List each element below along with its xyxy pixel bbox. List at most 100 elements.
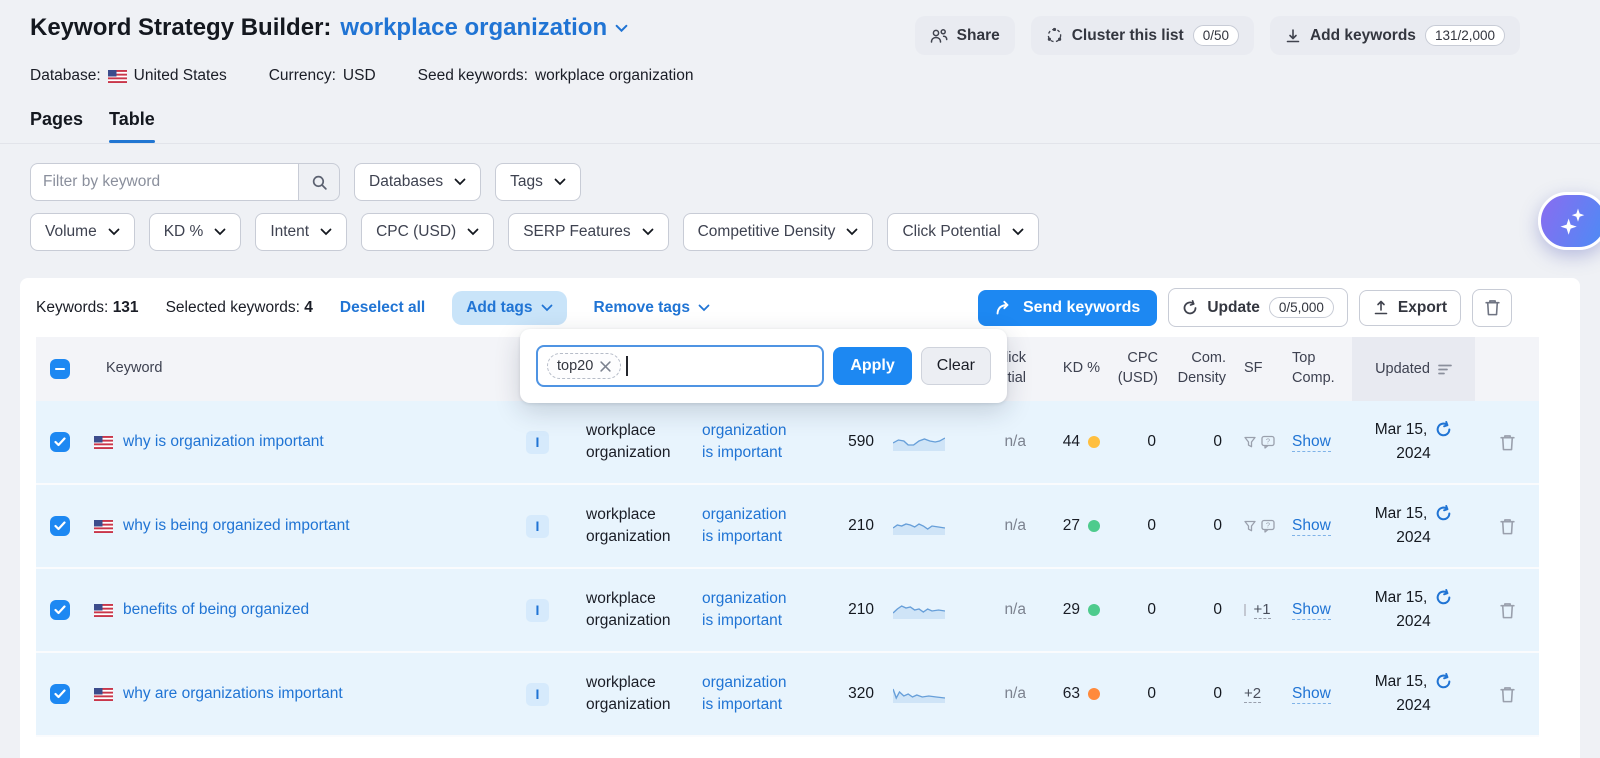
kd-dot [1088,436,1100,448]
click-potential-filter-dropdown[interactable]: Click Potential [887,213,1038,251]
download-icon [1285,28,1301,44]
ai-assistant-button[interactable] [1538,192,1600,250]
trend-sparkline [882,601,955,619]
delete-row-button[interactable] [1475,686,1539,703]
check-icon [54,605,66,615]
volume-value: 320 [812,685,882,703]
top-comp-cell: Show [1292,433,1352,451]
tab-table[interactable]: Table [109,109,155,143]
competitive-density-filter-dropdown[interactable]: Competitive Density [683,213,874,251]
delete-row-button[interactable] [1475,434,1539,451]
deselect-all-button[interactable]: Deselect all [340,299,425,317]
volume-filter-dropdown[interactable]: Volume [30,213,135,251]
refresh-icon[interactable] [1435,673,1452,690]
intent-badge[interactable]: I [526,431,549,454]
refresh-icon[interactable] [1435,421,1452,438]
tag-input[interactable]: top20 [536,345,824,387]
page-link[interactable]: organization is important [702,590,786,629]
page-link[interactable]: organization is important [702,422,786,461]
clear-tags-button[interactable]: Clear [921,347,991,385]
remove-tags-button[interactable]: Remove tags [594,299,710,317]
export-icon [1373,300,1389,316]
cluster-list-button[interactable]: Cluster this list 0/50 [1031,16,1254,55]
sf-more-link[interactable]: +2 [1244,685,1261,703]
share-icon [930,28,948,44]
send-keywords-button[interactable]: Send keywords [978,290,1157,326]
kd-filter-dropdown[interactable]: KD % [149,213,242,251]
volume-value: 590 [812,433,882,451]
kd-value: 63 [1063,685,1080,703]
serp-features-cell: ? [1244,435,1292,449]
column-header-com-density[interactable]: Com. Density [1170,349,1244,388]
column-header-keyword[interactable]: Keyword [84,359,515,379]
row-checkbox[interactable] [50,516,70,536]
us-flag-icon [94,436,113,449]
updated-cell: Mar 15, 2024 [1352,418,1475,466]
keywords-count: Keywords: 131 [36,299,139,317]
tags-dropdown[interactable]: Tags [495,163,581,201]
intent-badge[interactable]: I [526,599,549,622]
keyword-filter-input[interactable] [30,163,298,201]
show-top-comp-link[interactable]: Show [1292,517,1331,536]
row-checkbox[interactable] [50,600,70,620]
delete-list-button[interactable] [1472,289,1512,327]
row-checkbox[interactable] [50,684,70,704]
apply-tags-button[interactable]: Apply [833,347,911,385]
delete-row-button[interactable] [1475,602,1539,619]
row-checkbox[interactable] [50,432,70,452]
trend-sparkline [882,517,955,535]
chevron-down-icon [467,228,479,236]
show-top-comp-link[interactable]: Show [1292,433,1331,452]
database-label: Database: [30,67,101,85]
question-bubble-icon: ? [1261,519,1275,533]
column-header-updated[interactable]: Updated [1352,337,1475,401]
show-top-comp-link[interactable]: Show [1292,601,1331,620]
column-header-cpc[interactable]: CPC (USD) [1110,349,1170,388]
us-flag-icon [94,688,113,701]
share-button[interactable]: Share [915,16,1015,55]
remove-tag-icon[interactable] [600,361,611,372]
intent-badge[interactable]: I [526,683,549,706]
select-all-checkbox[interactable] [36,359,84,379]
search-button[interactable] [298,163,340,201]
page-cell: organization is important [702,420,812,465]
list-name-dropdown[interactable]: workplace organization [340,14,628,42]
delete-row-button[interactable] [1475,518,1539,535]
column-header-top-comp[interactable]: Top Comp. [1292,349,1352,388]
refresh-icon[interactable] [1435,589,1452,606]
page-link[interactable]: organization is important [702,506,786,545]
keyword-link[interactable]: why is organization important [123,433,324,451]
add-keywords-button[interactable]: Add keywords 131/2,000 [1270,16,1520,55]
page-title: Keyword Strategy Builder: workplace orga… [30,14,628,42]
com-density-value: 0 [1170,517,1244,535]
column-header-kd[interactable]: KD % [1032,359,1110,379]
kd-filter-label: KD % [164,223,204,241]
intent-filter-dropdown[interactable]: Intent [255,213,347,251]
column-header-sf[interactable]: SF [1244,359,1292,379]
add-tags-button[interactable]: Add tags [452,291,566,325]
keyword-link[interactable]: why are organizations important [123,685,343,703]
com-density-value: 0 [1170,601,1244,619]
serp-features-filter-dropdown[interactable]: SERP Features [508,213,668,251]
page-link[interactable]: organization is important [702,674,786,713]
sf-more-link[interactable]: +1 [1254,601,1271,619]
chevron-down-icon [454,178,466,186]
cpc-filter-dropdown[interactable]: CPC (USD) [361,213,494,251]
export-button[interactable]: Export [1359,290,1461,326]
database-value: United States [134,67,227,85]
tab-pages[interactable]: Pages [30,109,83,143]
cluster-badge: 0/50 [1193,25,1239,46]
keyword-link[interactable]: why is being organized important [123,517,350,535]
click-potential-value: n/a [955,433,1032,451]
updated-cell: Mar 15, 2024 [1352,586,1475,634]
check-icon [54,437,66,447]
keyword-link[interactable]: benefits of being organized [123,601,309,619]
seed-keyword-cell: workplace organization [560,504,702,549]
show-top-comp-link[interactable]: Show [1292,685,1331,704]
intent-badge[interactable]: I [526,515,549,538]
databases-dropdown[interactable]: Databases [354,163,481,201]
refresh-icon[interactable] [1435,505,1452,522]
kd-value: 27 [1063,517,1080,535]
check-icon [54,689,66,699]
update-button[interactable]: Update 0/5,000 [1168,288,1348,327]
